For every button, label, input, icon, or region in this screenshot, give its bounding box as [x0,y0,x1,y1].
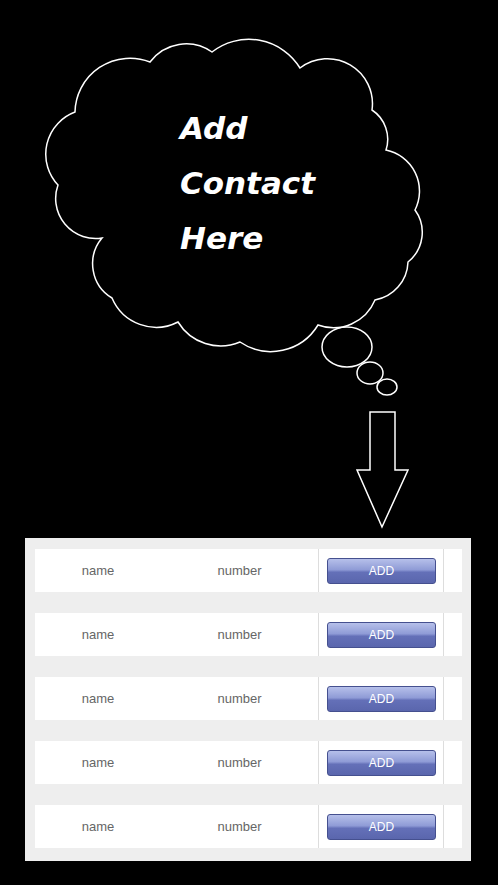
add-button[interactable]: ADD [327,558,436,584]
add-button[interactable]: ADD [327,750,436,776]
spacer-cell [444,613,462,656]
cloud-text: AddContactHere [180,101,315,266]
cloud-line: Contact [180,156,315,211]
contact-row: namenumber ADD [35,549,462,592]
action-cell: ADD [318,549,444,592]
add-button[interactable]: ADD [327,686,436,712]
contact-name: name [35,677,161,720]
bubble-small [377,379,397,395]
contact-row: namenumber ADD [35,677,462,720]
add-button[interactable]: ADD [327,814,436,840]
add-button[interactable]: ADD [327,622,436,648]
spacer-cell [444,549,462,592]
contact-row: namenumber ADD [35,613,462,656]
contact-list: namenumberADDnamenumberADDnamenumberADDn… [25,538,471,861]
cloud-line: Add [180,101,315,156]
cloud-line: Here [180,211,315,266]
contact-number: number [161,677,318,720]
action-cell: ADD [318,741,444,784]
action-cell: ADD [318,613,444,656]
cloud-shape [46,39,422,351]
thought-cloud-icon [0,0,498,538]
contact-row: namenumber ADD [35,741,462,784]
contact-row: namenumber ADD [35,805,462,848]
action-cell: ADD [318,677,444,720]
contact-name: name [35,805,161,848]
page: AddContactHerenamenumberADDnamenumberADD… [0,0,498,885]
contact-name: name [35,613,161,656]
contact-number: number [161,549,318,592]
bubble-large [322,327,372,367]
hint-area: AddContactHere [0,0,498,538]
contact-number: number [161,613,318,656]
bubble-medium [357,362,383,384]
contact-name: name [35,741,161,784]
action-cell: ADD [318,805,444,848]
spacer-cell [444,805,462,848]
contact-name: name [35,549,161,592]
contact-number: number [161,805,318,848]
spacer-cell [444,677,462,720]
contact-number: number [161,741,318,784]
spacer-cell [444,741,462,784]
down-arrow-icon [357,412,408,527]
